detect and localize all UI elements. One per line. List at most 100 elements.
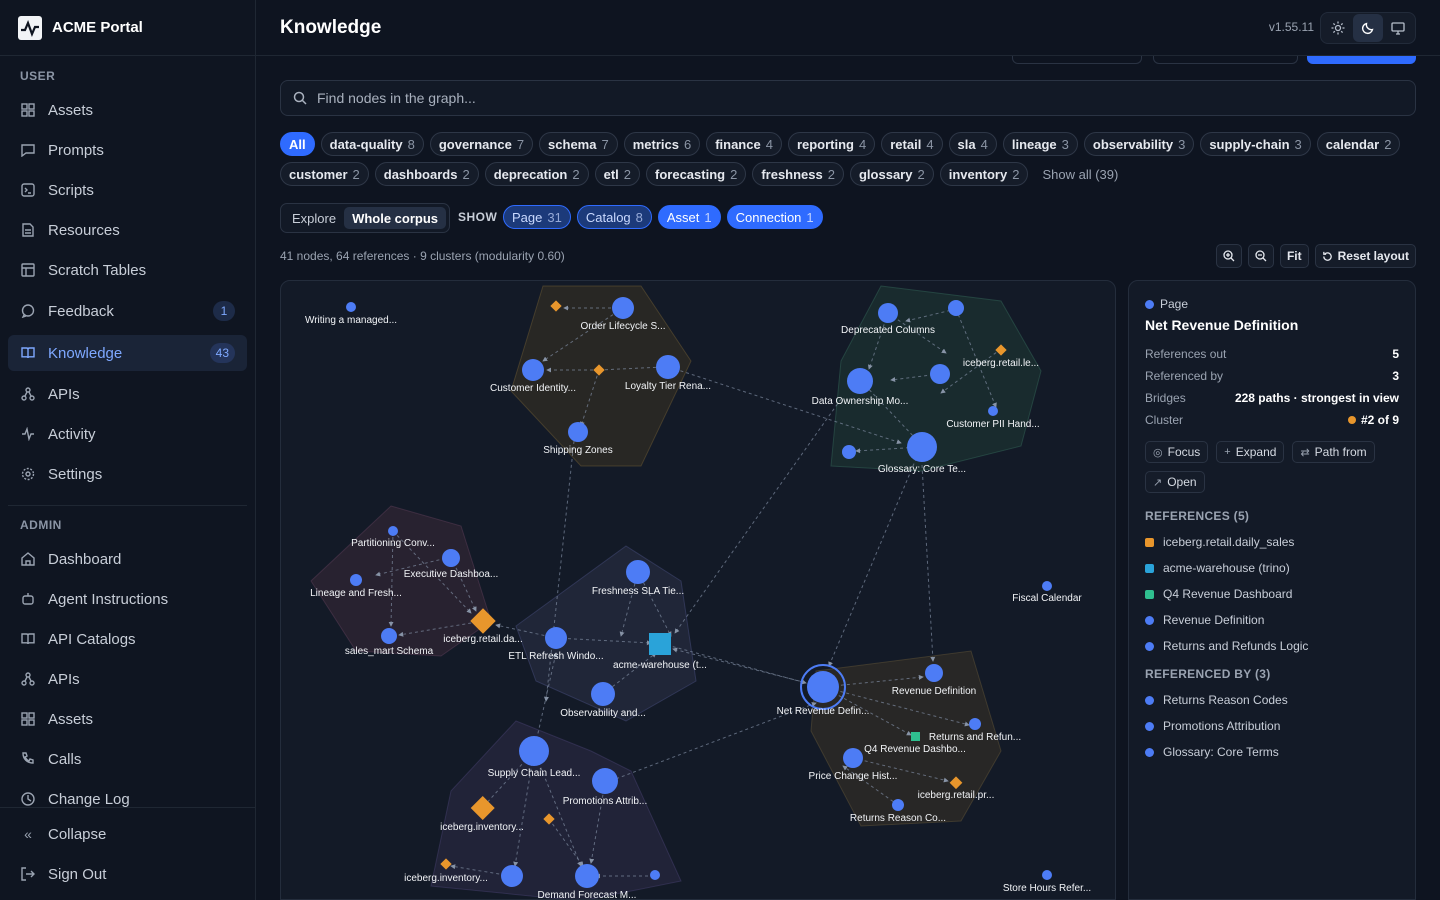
- graph-node-selected[interactable]: [807, 671, 839, 703]
- sidebar-item-agent-instructions[interactable]: Agent Instructions: [8, 581, 247, 617]
- graph-node[interactable]: [626, 560, 650, 584]
- tag-chip[interactable]: schema 7: [539, 132, 618, 156]
- graph-node[interactable]: [988, 406, 998, 416]
- fit-button[interactable]: Fit: [1279, 244, 1309, 268]
- sidebar-item-scratch-tables[interactable]: Scratch Tables: [8, 252, 247, 288]
- expand-button[interactable]: + Expand: [1216, 441, 1285, 463]
- hidden-control[interactable]: [1153, 56, 1298, 64]
- show-all-tags-link[interactable]: Show all (39): [1034, 162, 1118, 186]
- reference-item[interactable]: Q4 Revenue Dashboard: [1145, 581, 1399, 607]
- tag-chip[interactable]: glossary 2: [849, 162, 934, 186]
- type-chip-catalog[interactable]: Catalog 8: [576, 205, 652, 229]
- graph-node[interactable]: [568, 422, 588, 442]
- referenced-by-item[interactable]: Promotions Attribution: [1145, 713, 1399, 739]
- tag-chip[interactable]: inventory 2: [939, 162, 1029, 186]
- graph-node-asset[interactable]: [911, 732, 920, 741]
- graph-node[interactable]: [969, 718, 981, 730]
- tag-chip[interactable]: customer 2: [280, 162, 369, 186]
- hidden-primary-button[interactable]: [1307, 56, 1416, 64]
- reset-layout-button[interactable]: Reset layout: [1314, 244, 1416, 268]
- referenced-by-item[interactable]: Returns Reason Codes: [1145, 687, 1399, 713]
- graph-node[interactable]: [501, 865, 523, 887]
- graph-node[interactable]: [925, 664, 943, 682]
- graph-node[interactable]: [907, 432, 937, 462]
- tag-chip[interactable]: freshness 2: [752, 162, 844, 186]
- monitor-icon[interactable]: [1383, 14, 1413, 42]
- explore-mode-button[interactable]: Explore: [284, 207, 344, 229]
- reference-item[interactable]: Returns and Refunds Logic: [1145, 633, 1399, 659]
- sidebar-item-resources[interactable]: Resources: [8, 212, 247, 248]
- sun-icon[interactable]: [1323, 14, 1353, 42]
- sidebar-item-admin-apis[interactable]: APIs: [8, 661, 247, 697]
- zoom-in-button[interactable]: [1215, 244, 1242, 268]
- zoom-out-button[interactable]: [1247, 244, 1274, 268]
- referenced-by-item[interactable]: Glossary: Core Terms: [1145, 739, 1399, 765]
- graph-node[interactable]: [591, 682, 615, 706]
- tag-chip[interactable]: reporting 4: [787, 132, 876, 156]
- graph-node[interactable]: [1042, 581, 1052, 591]
- sign-out-button[interactable]: Sign Out: [8, 856, 247, 892]
- graph-node[interactable]: [592, 768, 618, 794]
- graph-node[interactable]: [948, 300, 964, 316]
- graph-node[interactable]: [388, 526, 398, 536]
- sidebar-item-change-log[interactable]: Change Log: [8, 781, 247, 817]
- reference-item[interactable]: acme-warehouse (trino): [1145, 555, 1399, 581]
- graph-node[interactable]: [1042, 870, 1052, 880]
- graph-node[interactable]: [878, 303, 898, 323]
- whole-corpus-mode-button[interactable]: Whole corpus: [344, 207, 447, 229]
- reference-item[interactable]: iceberg.retail.daily_sales: [1145, 529, 1399, 555]
- sidebar-item-api-catalogs[interactable]: API Catalogs: [8, 621, 247, 657]
- graph-node[interactable]: [650, 870, 660, 880]
- sidebar-item-activity[interactable]: Activity: [8, 416, 247, 452]
- reference-item[interactable]: Revenue Definition: [1145, 607, 1399, 633]
- graph-node[interactable]: [575, 864, 599, 888]
- graph-node[interactable]: [442, 549, 460, 567]
- collapse-button[interactable]: « Collapse: [8, 816, 247, 852]
- graph-node[interactable]: [522, 359, 544, 381]
- tag-chip[interactable]: calendar 2: [1316, 132, 1401, 156]
- graph-node-connection[interactable]: [649, 633, 671, 655]
- tag-chip[interactable]: data-quality 8: [320, 132, 424, 156]
- tag-chip[interactable]: sla 4: [948, 132, 997, 156]
- tag-chip[interactable]: metrics 6: [623, 132, 701, 156]
- brand[interactable]: ACME Portal: [0, 0, 255, 56]
- sidebar-item-admin-assets[interactable]: Assets: [8, 701, 247, 737]
- sidebar-item-dashboard[interactable]: Dashboard: [8, 541, 247, 577]
- graph-node[interactable]: [346, 302, 356, 312]
- type-chip-connection[interactable]: Connection 1: [726, 205, 823, 229]
- type-chip-page[interactable]: Page 31: [503, 205, 571, 229]
- focus-button[interactable]: ◎ Focus: [1145, 441, 1209, 463]
- tag-chip[interactable]: dashboards 2: [374, 162, 479, 186]
- sidebar-item-calls[interactable]: Calls: [8, 741, 247, 777]
- tag-chip[interactable]: finance 4: [706, 132, 782, 156]
- open-button[interactable]: ↗ Open: [1145, 471, 1205, 493]
- graph-node[interactable]: [843, 748, 863, 768]
- sidebar-item-scripts[interactable]: Scripts: [8, 172, 247, 208]
- tag-chip[interactable]: etl 2: [594, 162, 641, 186]
- sidebar-item-prompts[interactable]: Prompts: [8, 132, 247, 168]
- tag-chip[interactable]: lineage 3: [1002, 132, 1078, 156]
- hidden-control[interactable]: [1012, 56, 1142, 64]
- moon-icon[interactable]: [1353, 14, 1383, 42]
- tag-chip[interactable]: forecasting 2: [646, 162, 747, 186]
- tag-chip[interactable]: supply-chain 3: [1200, 132, 1311, 156]
- graph-node[interactable]: [381, 628, 397, 644]
- tag-chip[interactable]: deprecation 2: [484, 162, 589, 186]
- type-chip-asset[interactable]: Asset 1: [657, 205, 721, 229]
- graph-node[interactable]: [892, 799, 904, 811]
- path-from-button[interactable]: ⇄ Path from: [1292, 441, 1375, 463]
- sidebar-item-knowledge[interactable]: Knowledge 43: [8, 335, 247, 371]
- sidebar-item-assets[interactable]: Assets: [8, 92, 247, 128]
- graph-svg[interactable]: Writing a managed... Order Lifecycle S..…: [281, 281, 1116, 900]
- graph-node[interactable]: [545, 627, 567, 649]
- sidebar-item-apis[interactable]: APIs: [8, 376, 247, 412]
- knowledge-graph-canvas[interactable]: Writing a managed... Order Lifecycle S..…: [280, 280, 1116, 900]
- graph-node[interactable]: [612, 297, 634, 319]
- search-input[interactable]: [317, 90, 1217, 106]
- sidebar-item-feedback[interactable]: Feedback 1: [8, 293, 247, 329]
- graph-node[interactable]: [930, 364, 950, 384]
- graph-node[interactable]: [350, 574, 362, 586]
- graph-node[interactable]: [842, 445, 856, 459]
- tag-chip[interactable]: observability 3: [1083, 132, 1195, 156]
- tag-chip[interactable]: governance 7: [429, 132, 534, 156]
